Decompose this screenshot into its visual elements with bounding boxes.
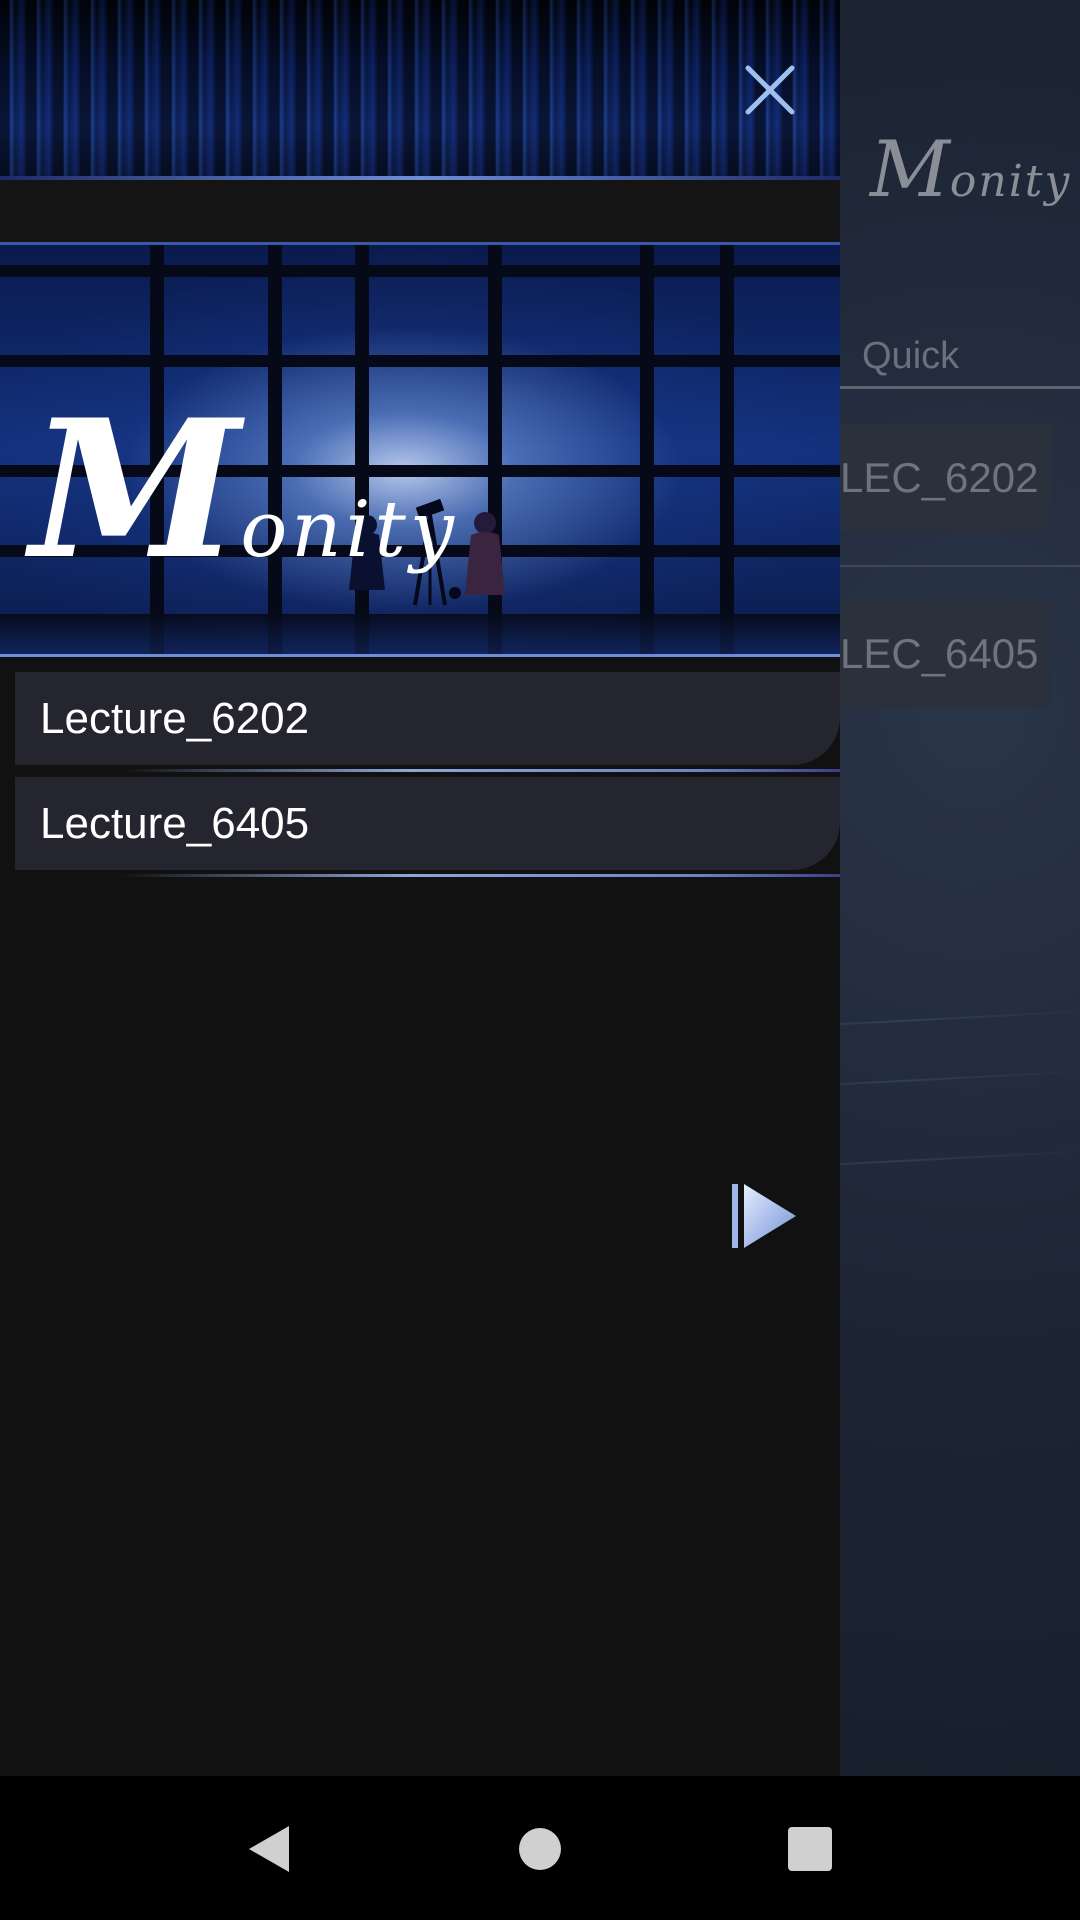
- hero-logo-initial: M: [30, 378, 241, 601]
- hero-logo: Monity: [30, 395, 458, 585]
- window-frame: [0, 265, 840, 277]
- home-circle-icon[interactable]: [515, 1824, 565, 1874]
- main-logo: Monity: [870, 125, 1071, 215]
- window-frame: [0, 355, 840, 367]
- lecture-divider: [0, 765, 840, 777]
- main-divider: [840, 565, 1080, 567]
- close-icon[interactable]: [740, 60, 800, 120]
- lecture-item-6405[interactable]: Lecture_6405: [15, 777, 840, 870]
- main-logo-initial: M: [870, 125, 950, 215]
- tab-quick[interactable]: Quick: [862, 335, 959, 378]
- tab-indicator: [840, 386, 1080, 389]
- back-triangle-icon[interactable]: [245, 1824, 295, 1874]
- lecture-list: Lecture_6202 Lecture_6405: [0, 672, 840, 882]
- window-frame: [640, 245, 654, 654]
- hero-banner: Monity: [0, 242, 840, 657]
- system-navigation-bar: [0, 1776, 1080, 1920]
- header-gap: [0, 180, 840, 242]
- lecture-item-6202[interactable]: Lecture_6202: [15, 672, 840, 765]
- navigation-drawer: Monity Lecture_6202 Lecture_6405: [0, 0, 840, 1776]
- main-logo-rest: onity: [949, 156, 1072, 207]
- play-icon[interactable]: [728, 1182, 798, 1250]
- hero-logo-rest: onity: [240, 485, 458, 575]
- drawer-header: [0, 0, 840, 180]
- recents-square-icon[interactable]: [785, 1824, 835, 1874]
- window-frame: [720, 245, 734, 654]
- lecture-divider: [0, 870, 840, 882]
